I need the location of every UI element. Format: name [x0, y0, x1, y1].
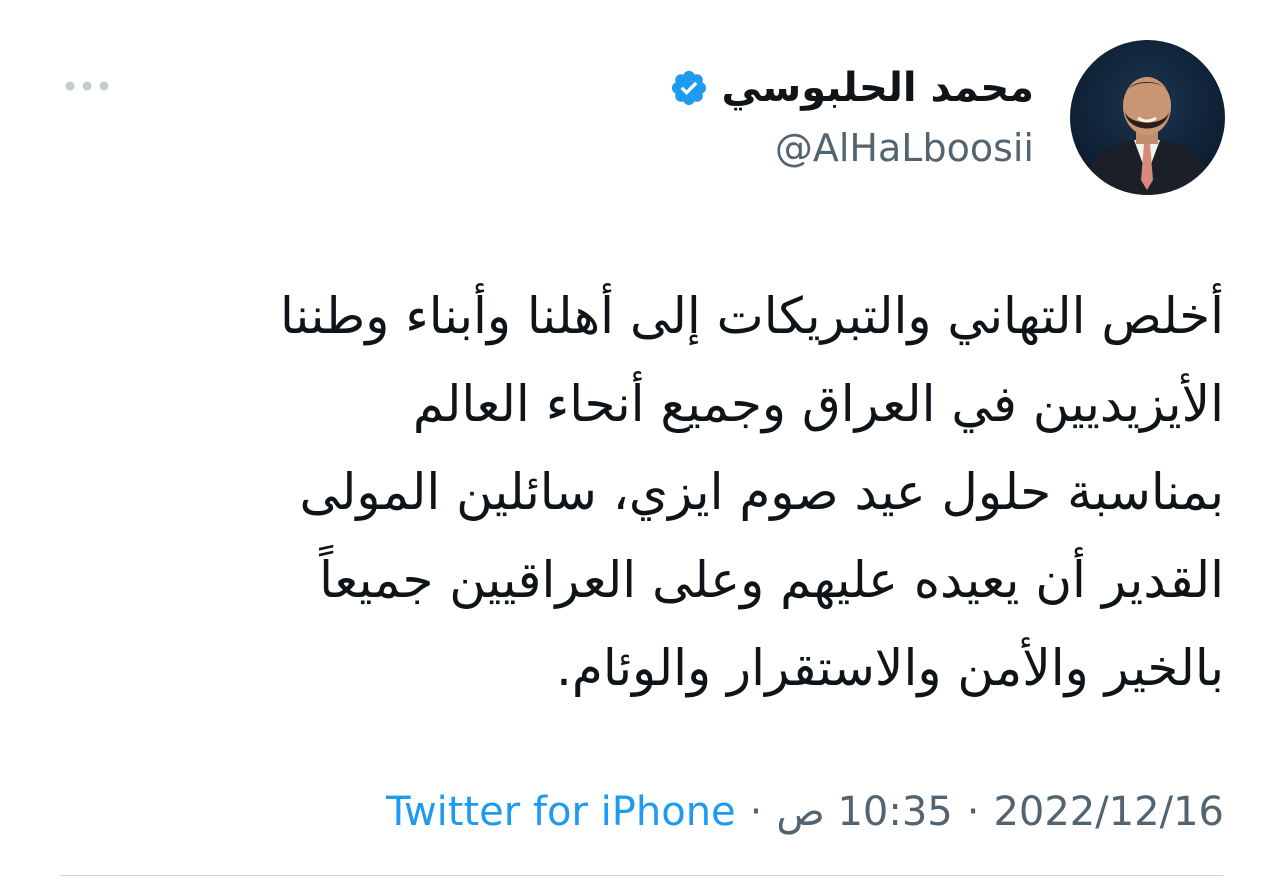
profile-photo-icon	[1080, 77, 1215, 195]
author-handle[interactable]: @AlHaLboosii	[669, 122, 1034, 174]
tweet-card: محمد الحلبوسي @AlHaLboosii أخلص التهاني …	[0, 0, 1284, 895]
tweet-source-link[interactable]: Twitter for iPhone	[386, 789, 736, 835]
meta-separator: ·	[749, 789, 763, 835]
tweet-meta: Twitter for iPhone · 10:35 ص · 2022/12/16	[386, 782, 1224, 842]
meta-separator: ·	[966, 789, 980, 835]
author-name-row: محمد الحلبوسي	[669, 62, 1034, 114]
tweet-text: أخلص التهاني والتبريكات إلى أهلنا وأبناء…	[280, 287, 1224, 697]
divider	[60, 875, 1224, 876]
tweet-date[interactable]: 2022/12/16	[993, 789, 1224, 835]
verified-badge-icon	[672, 70, 707, 106]
author-avatar[interactable]	[1070, 40, 1225, 195]
more-horizontal-icon[interactable]	[62, 76, 112, 96]
author-block: محمد الحلبوسي @AlHaLboosii	[669, 62, 1034, 174]
author-display-name[interactable]: محمد الحلبوسي	[721, 62, 1034, 114]
tweet-time[interactable]: 10:35 ص	[776, 789, 952, 835]
